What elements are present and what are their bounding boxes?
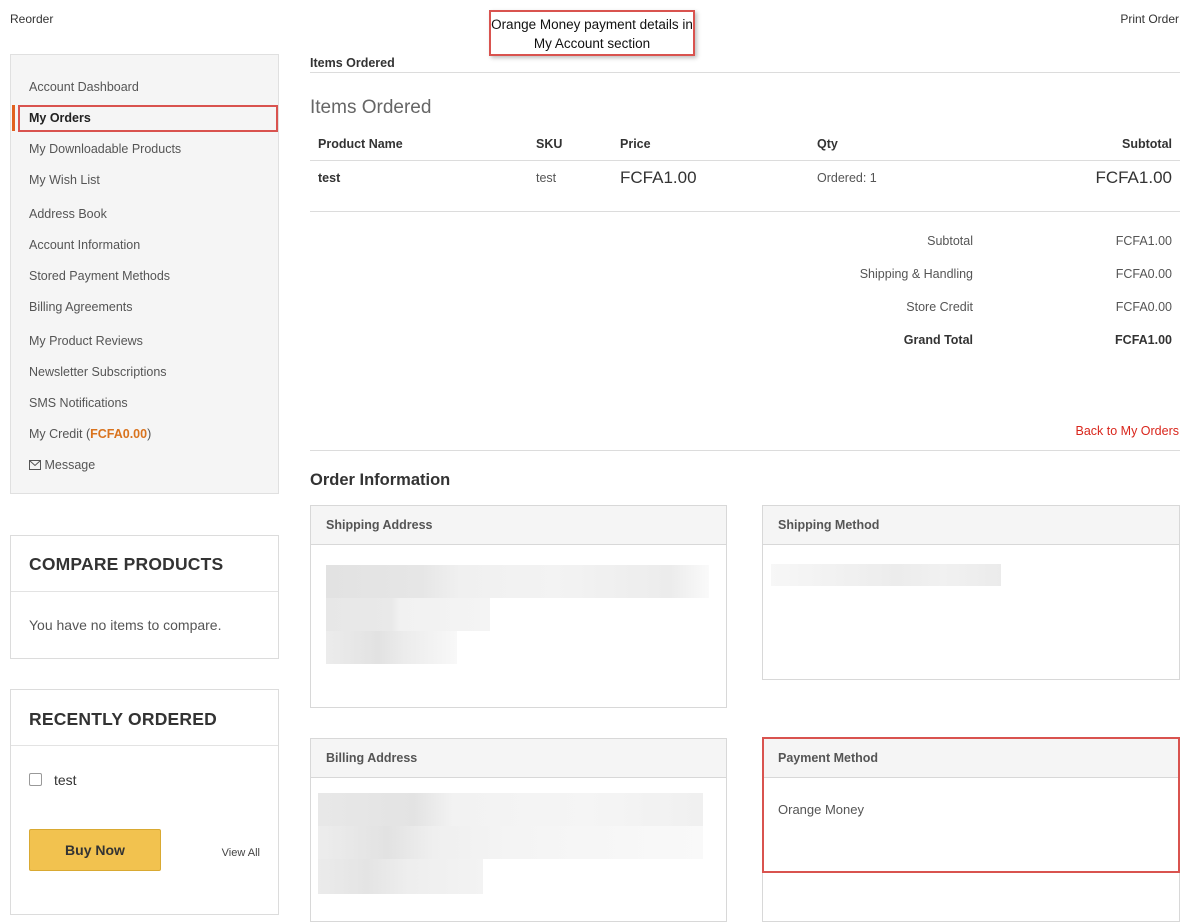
nav-newsletter-subscriptions[interactable]: Newsletter Subscriptions xyxy=(29,365,167,379)
totals-shipping-value: FCFA0.00 xyxy=(1115,267,1172,281)
totals-store-credit-label: Store Credit xyxy=(906,300,973,314)
view-all-link[interactable]: View All xyxy=(222,847,260,859)
redacted-address-line xyxy=(318,826,703,859)
nav-wish-list[interactable]: My Wish List xyxy=(29,173,100,187)
recently-ordered-title: RECENTLY ORDERED xyxy=(29,709,217,729)
redacted-address-line xyxy=(326,598,490,631)
annotation-callout: Orange Money payment details in My Accou… xyxy=(489,10,695,56)
totals-subtotal-value: FCFA1.00 xyxy=(1115,234,1172,248)
recent-item-checkbox[interactable] xyxy=(29,773,42,786)
my-orders-highlight xyxy=(18,105,278,132)
row-qty: Ordered: 1 xyxy=(817,171,877,185)
billing-address-heading: Billing Address xyxy=(311,739,726,778)
items-ordered-heading: Items Ordered xyxy=(310,97,432,118)
nav-billing-agreements[interactable]: Billing Agreements xyxy=(29,300,133,314)
account-nav: Account Dashboard My Orders My Downloada… xyxy=(10,54,279,494)
nav-active-indicator xyxy=(12,105,15,131)
nav-my-credit[interactable]: My Credit (FCFA0.00) xyxy=(29,427,151,441)
totals-subtotal-label: Subtotal xyxy=(927,234,973,248)
col-product-name: Product Name xyxy=(318,137,403,151)
compare-title: COMPARE PRODUCTS xyxy=(29,554,224,574)
redacted-address-line xyxy=(326,631,457,664)
row-product-name: test xyxy=(318,171,341,185)
back-to-orders-link[interactable]: Back to My Orders xyxy=(1076,424,1180,438)
my-credit-value: FCFA0.00 xyxy=(90,427,148,441)
shipping-method-box: Shipping Method xyxy=(762,505,1180,680)
shipping-address-box: Shipping Address xyxy=(310,505,727,708)
nav-account-dashboard[interactable]: Account Dashboard xyxy=(29,80,139,94)
grand-total-value: FCFA1.00 xyxy=(1115,333,1172,347)
shipping-method-heading: Shipping Method xyxy=(763,506,1179,545)
row-price: FCFA1.00 xyxy=(620,168,697,187)
totals-store-credit-value: FCFA0.00 xyxy=(1115,300,1172,314)
nav-sms-notifications[interactable]: SMS Notifications xyxy=(29,396,128,410)
nav-account-information[interactable]: Account Information xyxy=(29,238,140,252)
row-subtotal: FCFA1.00 xyxy=(1095,168,1172,187)
nav-message[interactable]: Message xyxy=(29,458,95,472)
redacted-address-line xyxy=(326,565,709,598)
recent-item-name: test xyxy=(54,772,77,788)
payment-method-highlight xyxy=(762,737,1180,873)
compare-products-block: COMPARE PRODUCTS You have no items to co… xyxy=(10,535,279,659)
compare-empty-text: You have no items to compare. xyxy=(29,617,222,633)
envelope-icon xyxy=(29,460,41,470)
table-bottom-divider xyxy=(310,211,1180,212)
order-information-title: Order Information xyxy=(310,471,451,489)
col-qty: Qty xyxy=(817,137,838,151)
my-credit-label: My Credit ( xyxy=(29,427,91,441)
my-credit-suffix: ) xyxy=(147,427,152,441)
grand-total-label: Grand Total xyxy=(903,333,973,347)
recently-ordered-block: RECENTLY ORDERED test Buy Now View All xyxy=(10,689,279,915)
redacted-address-line xyxy=(318,793,703,826)
nav-product-reviews[interactable]: My Product Reviews xyxy=(29,334,143,348)
col-sku: SKU xyxy=(536,137,563,151)
reorder-link[interactable]: Reorder xyxy=(10,12,53,26)
section-divider xyxy=(310,450,1180,451)
nav-downloadable-products[interactable]: My Downloadable Products xyxy=(29,142,181,156)
totals-shipping-label: Shipping & Handling xyxy=(859,267,973,281)
callout-text: Orange Money payment details in My Accou… xyxy=(491,17,693,51)
col-subtotal: Subtotal xyxy=(1122,137,1172,151)
col-price: Price xyxy=(620,137,651,151)
nav-stored-payment-methods[interactable]: Stored Payment Methods xyxy=(29,269,170,283)
nav-message-label: Message xyxy=(44,458,96,472)
billing-address-box: Billing Address xyxy=(310,738,727,922)
shipping-address-heading: Shipping Address xyxy=(311,506,726,545)
redacted-address-line xyxy=(318,859,483,894)
buy-now-button[interactable]: Buy Now xyxy=(29,829,161,871)
tab-items-ordered[interactable]: Items Ordered xyxy=(310,56,395,70)
tab-divider xyxy=(310,72,1180,73)
row-sku: test xyxy=(536,171,557,185)
table-header-divider xyxy=(310,160,1180,161)
nav-address-book[interactable]: Address Book xyxy=(29,207,107,221)
print-order-link[interactable]: Print Order xyxy=(1120,12,1179,26)
redacted-shipping-method xyxy=(771,564,1001,586)
divider xyxy=(11,591,278,592)
divider xyxy=(11,745,278,746)
